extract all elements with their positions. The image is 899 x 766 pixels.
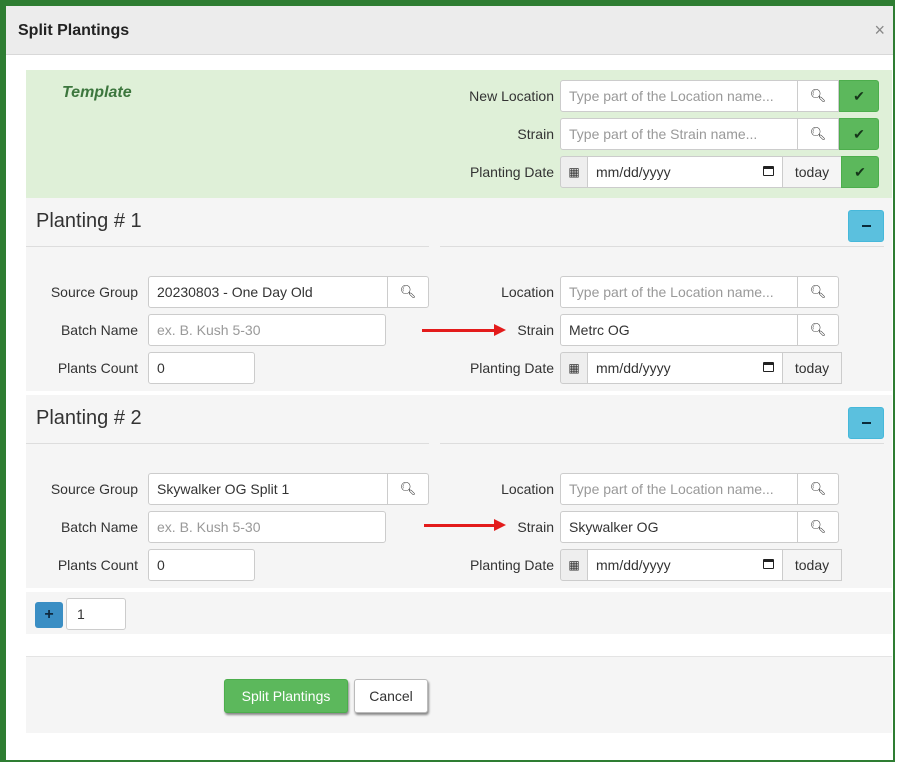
strain-label: Strain [517,322,554,338]
location-label: Location [501,481,554,497]
today-button[interactable]: today [782,549,842,581]
planting-section-1: Planting # 1 Source Group 20230803 - One… [26,198,892,391]
minus-icon [861,422,871,424]
plants-count-label: Plants Count [57,557,138,573]
planting-date-label: Planting Date [469,557,554,573]
template-planting-date-input[interactable]: mm/dd/yyyy [587,156,783,188]
template-strain-apply-button[interactable]: ✔ [839,118,879,150]
calendar-picker-icon[interactable] [763,559,774,569]
new-location-search-button[interactable]: 🔍︎ [797,80,839,112]
calendar-addon: ▦ [560,352,588,384]
add-count-input[interactable]: 1 [66,598,126,630]
calendar-picker-icon[interactable] [763,362,774,372]
plants-count-input[interactable]: 0 [148,352,255,384]
template-strain-label: Strain [517,126,554,142]
template-title: Template [62,84,132,101]
template-today-button[interactable]: today [782,156,842,188]
template-planting-date-label: Planting Date [469,164,554,180]
template-strain-input[interactable]: Type part of the Strain name... [560,118,798,150]
add-planting-button[interactable]: + [35,602,63,628]
close-icon[interactable]: × [874,20,885,41]
batch-name-label: Batch Name [60,519,138,535]
divider [440,246,884,247]
planting-title: Planting # 2 [36,407,142,429]
modal-header: Split Plantings × [6,6,893,55]
divider [26,443,429,444]
template-panel: Template New Location Type part of the L… [26,70,892,198]
new-location-label: New Location [469,88,554,104]
strain-input[interactable]: Skywalker OG [560,511,798,543]
batch-name-input[interactable]: ex. B. Kush 5-30 [148,314,386,346]
search-icon: 🔍︎ [809,519,827,534]
location-input[interactable]: Type part of the Location name... [560,276,798,308]
add-planting-row: + 1 [26,592,892,634]
divider [26,246,429,247]
divider [440,443,884,444]
split-plantings-button[interactable]: Split Plantings [224,679,348,713]
source-group-input[interactable]: 20230803 - One Day Old [148,276,388,308]
calendar-addon: ▦ [560,549,588,581]
strain-search-button[interactable]: 🔍︎ [797,314,839,346]
location-input[interactable]: Type part of the Location name... [560,473,798,505]
template-strain-search-button[interactable]: 🔍︎ [797,118,839,150]
calendar-icon: ▦ [568,361,580,375]
planting-date-label: Planting Date [469,360,554,376]
new-location-input[interactable]: Type part of the Location name... [560,80,798,112]
search-icon: 🔍︎ [809,88,827,103]
location-search-button[interactable]: 🔍︎ [797,276,839,308]
search-icon: 🔍︎ [809,481,827,496]
search-icon: 🔍︎ [809,126,827,141]
location-label: Location [501,284,554,300]
today-button[interactable]: today [782,352,842,384]
split-plantings-modal: Split Plantings × Template New Location … [0,0,895,762]
planting-date-input[interactable]: mm/dd/yyyy [587,549,783,581]
source-group-label: Source Group [50,284,138,300]
source-group-label: Source Group [50,481,138,497]
template-date-apply-button[interactable]: ✔ [841,156,879,188]
calendar-picker-icon[interactable] [763,166,774,176]
modal-footer: Split Plantings Cancel [26,656,892,733]
planting-date-input[interactable]: mm/dd/yyyy [587,352,783,384]
check-icon: ✔ [854,163,866,180]
search-icon: 🔍︎ [809,284,827,299]
date-value: mm/dd/yyyy [596,360,671,376]
calendar-icon: ▦ [568,558,580,572]
planting-section-2: Planting # 2 Source Group Skywalker OG S… [26,395,892,588]
batch-name-label: Batch Name [60,322,138,338]
remove-planting-button[interactable] [848,407,884,439]
new-location-apply-button[interactable]: ✔ [839,80,879,112]
calendar-addon: ▦ [560,156,588,188]
check-icon: ✔ [853,125,865,142]
location-search-button[interactable]: 🔍︎ [797,473,839,505]
date-value: mm/dd/yyyy [596,164,671,180]
strain-label: Strain [517,519,554,535]
cancel-button[interactable]: Cancel [354,679,428,713]
plants-count-label: Plants Count [57,360,138,376]
remove-planting-button[interactable] [848,210,884,242]
strain-input[interactable]: Metrc OG [560,314,798,346]
check-icon: ✔ [853,87,865,104]
minus-icon [861,225,871,227]
planting-title: Planting # 1 [36,210,142,232]
strain-search-button[interactable]: 🔍︎ [797,511,839,543]
plants-count-input[interactable]: 0 [148,549,255,581]
batch-name-input[interactable]: ex. B. Kush 5-30 [148,511,386,543]
calendar-icon: ▦ [568,165,580,179]
source-group-input[interactable]: Skywalker OG Split 1 [148,473,388,505]
modal-title: Split Plantings [18,22,130,39]
date-value: mm/dd/yyyy [596,557,671,573]
search-icon: 🔍︎ [809,322,827,337]
